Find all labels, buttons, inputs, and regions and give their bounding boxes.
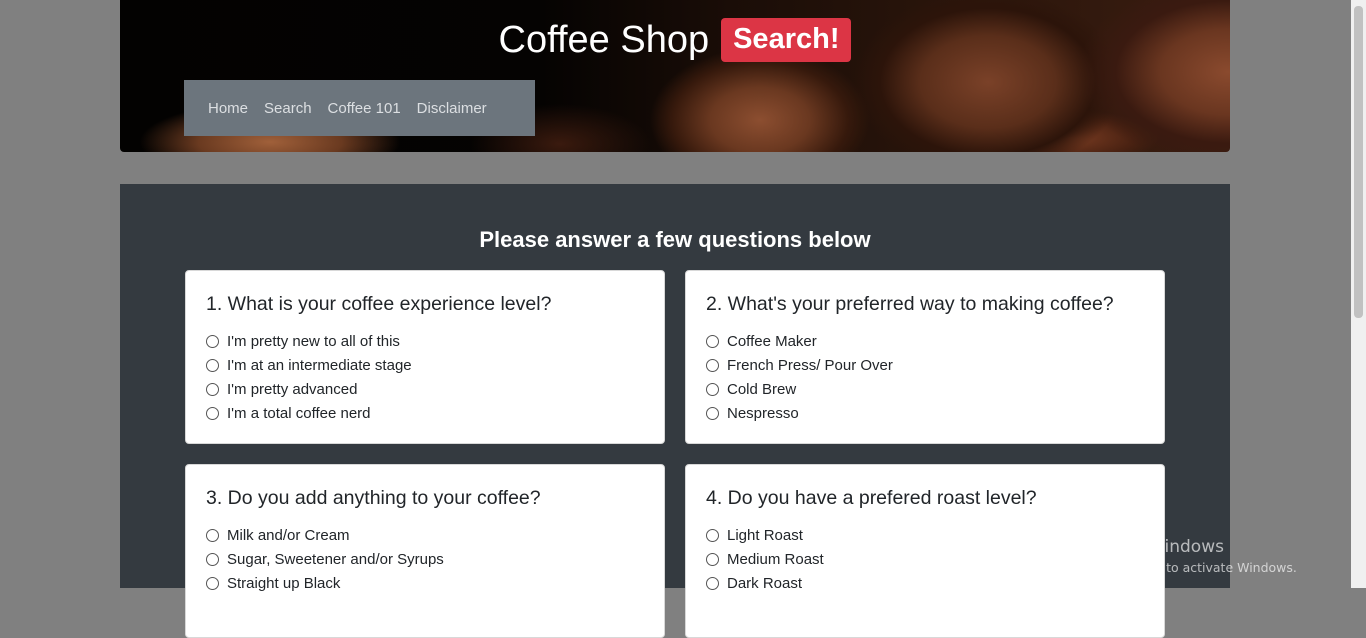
- option-label: Milk and/or Cream: [227, 526, 350, 544]
- option-label: Medium Roast: [727, 550, 824, 568]
- nav-search[interactable]: Search: [264, 100, 312, 117]
- option-label: Coffee Maker: [727, 332, 817, 350]
- option-item[interactable]: Coffee Maker: [706, 329, 1144, 353]
- option-label: I'm pretty new to all of this: [227, 332, 400, 350]
- watermark-subtitle: Go to Settings to activate Windows.: [1073, 560, 1297, 576]
- vertical-scrollbar[interactable]: [1351, 0, 1366, 588]
- watermark-title: Activate Windows: [1073, 537, 1224, 557]
- question-title: 1. What is your coffee experience level?: [206, 293, 552, 315]
- option-label: I'm a total coffee nerd: [227, 404, 371, 422]
- radio-button[interactable]: [206, 406, 219, 420]
- radio-button[interactable]: [206, 528, 219, 542]
- option-item[interactable]: Straight up Black: [206, 571, 644, 595]
- option-item[interactable]: I'm a total coffee nerd: [206, 401, 644, 425]
- option-label: Straight up Black: [227, 574, 341, 592]
- radio-button[interactable]: [706, 552, 719, 566]
- option-label: Light Roast: [727, 526, 803, 544]
- nav-home[interactable]: Home: [208, 100, 248, 117]
- title-row: Coffee Shop Search!: [120, 16, 1230, 64]
- question-title: 4. Do you have a prefered roast level?: [706, 487, 1037, 509]
- search-badge[interactable]: Search!: [721, 18, 852, 62]
- section-heading: Please answer a few questions below: [479, 227, 871, 252]
- option-label: I'm at an intermediate stage: [227, 356, 412, 374]
- option-label: Sugar, Sweetener and/or Syrups: [227, 550, 444, 568]
- question-title: 3. Do you add anything to your coffee?: [206, 487, 541, 509]
- radio-button[interactable]: [206, 358, 219, 372]
- radio-button[interactable]: [206, 552, 219, 566]
- nav-coffee-101[interactable]: Coffee 101: [328, 100, 401, 117]
- radio-button[interactable]: [706, 382, 719, 396]
- option-label: Dark Roast: [727, 574, 803, 592]
- option-item[interactable]: I'm at an intermediate stage: [206, 353, 644, 377]
- radio-button[interactable]: [206, 334, 219, 348]
- question-card-2: 2. What's your preferred way to making c…: [685, 270, 1165, 444]
- option-label: French Press/ Pour Over: [727, 356, 893, 374]
- radio-button[interactable]: [706, 528, 719, 542]
- option-label: I'm pretty advanced: [227, 380, 358, 398]
- windows-activation-watermark: Activate Windows Go to Settings to activ…: [1073, 537, 1297, 575]
- option-item[interactable]: Nespresso: [706, 401, 1144, 425]
- question-title: 2. What's your preferred way to making c…: [706, 293, 1114, 315]
- option-item[interactable]: Sugar, Sweetener and/or Syrups: [206, 547, 644, 571]
- question-card-3: 3. Do you add anything to your coffee? M…: [185, 464, 665, 638]
- header-banner: Coffee Shop Search! Home Search Coffee 1…: [120, 0, 1230, 152]
- option-item[interactable]: Cold Brew: [706, 377, 1144, 401]
- question-card-1: 1. What is your coffee experience level?…: [185, 270, 665, 444]
- option-item[interactable]: I'm pretty advanced: [206, 377, 644, 401]
- option-item[interactable]: I'm pretty new to all of this: [206, 329, 644, 353]
- option-label: Nespresso: [727, 404, 799, 422]
- option-item[interactable]: Milk and/or Cream: [206, 523, 644, 547]
- radio-button[interactable]: [206, 382, 219, 396]
- navbar: Home Search Coffee 101 Disclaimer: [184, 80, 535, 136]
- radio-button[interactable]: [706, 406, 719, 420]
- site-title: Coffee Shop: [498, 19, 710, 61]
- questionnaire-panel: Please answer a few questions below 1. W…: [120, 184, 1230, 638]
- scrollbar-thumb[interactable]: [1354, 6, 1363, 318]
- option-label: Cold Brew: [727, 380, 797, 398]
- radio-button[interactable]: [706, 334, 719, 348]
- nav-disclaimer[interactable]: Disclaimer: [417, 100, 487, 117]
- radio-button[interactable]: [706, 358, 719, 372]
- option-item[interactable]: French Press/ Pour Over: [706, 353, 1144, 377]
